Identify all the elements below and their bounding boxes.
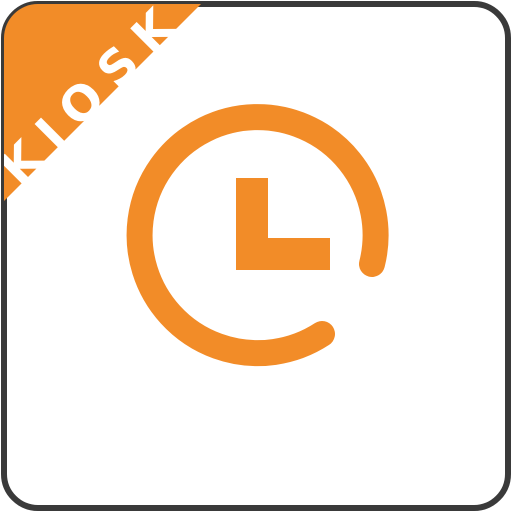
app-icon-svg: KIOSK	[1, 1, 511, 511]
app-icon[interactable]: KIOSK	[0, 0, 512, 512]
